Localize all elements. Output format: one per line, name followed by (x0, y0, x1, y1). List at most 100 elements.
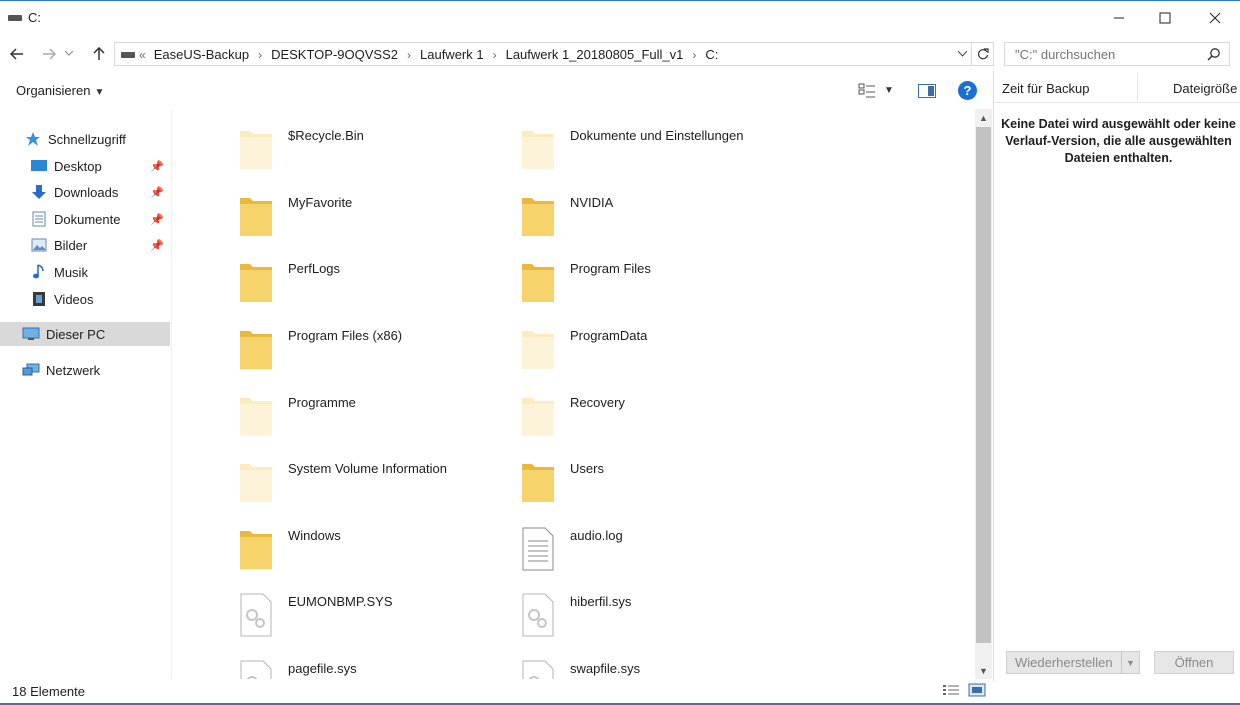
folder-item[interactable]: MyFavorite (238, 194, 498, 254)
recent-dropdown[interactable] (62, 43, 76, 65)
open-button[interactable]: Öffnen (1154, 651, 1234, 674)
folder-item[interactable]: Program Files (520, 260, 780, 320)
nav-videos[interactable]: Videos (30, 287, 94, 311)
column-divider[interactable] (1137, 73, 1138, 101)
nav-this-pc[interactable]: Dieser PC (0, 322, 170, 346)
scroll-down-icon[interactable]: ▼ (975, 662, 992, 679)
folder-item[interactable]: NVIDIA (520, 194, 780, 254)
system-file-icon (522, 593, 554, 637)
address-dropdown-button[interactable] (953, 43, 971, 65)
preview-pane-icon[interactable] (918, 84, 936, 98)
nav-pictures[interactable]: Bilder (30, 233, 87, 257)
minimize-icon (1114, 17, 1124, 19)
restore-label: Wiederherstellen (1015, 655, 1113, 670)
view-options-dropdown[interactable]: ▼ (884, 85, 894, 96)
folder-item[interactable]: ProgramData (520, 327, 780, 387)
pin-icon[interactable]: 📌 (150, 186, 164, 199)
breadcrumb-separator-icon[interactable]: › (493, 48, 497, 62)
forward-button[interactable] (38, 43, 60, 65)
maximize-icon (1159, 12, 1171, 24)
file-name: pagefile.sys (288, 661, 357, 676)
breadcrumb-item[interactable]: Laufwerk 1_20180805_Full_v1 (506, 47, 684, 62)
vertical-scrollbar[interactable]: ▲ ▼ (975, 109, 992, 679)
column-header-backup-time[interactable]: Zeit für Backup (1002, 81, 1089, 96)
pin-icon[interactable]: 📌 (150, 160, 164, 173)
minimize-button[interactable] (1096, 1, 1142, 35)
pictures-icon (30, 237, 48, 253)
folder-icon (240, 331, 272, 369)
file-item[interactable]: swapfile.sys (520, 660, 780, 679)
folder-item[interactable]: System Volume Information (238, 460, 498, 520)
breadcrumb-item[interactable]: C: (705, 47, 718, 62)
view-toggle (942, 683, 986, 697)
folder-icon (522, 398, 554, 436)
folder-item[interactable]: PerfLogs (238, 260, 498, 320)
system-file-icon (240, 593, 272, 637)
breadcrumb-separator-icon[interactable]: › (258, 48, 262, 62)
file-item[interactable]: EUMONBMP.SYS (238, 593, 498, 653)
file-item[interactable]: hiberfil.sys (520, 593, 780, 653)
address-bar[interactable]: « EaseUS-Backup › DESKTOP-9OQVSS2 › Lauf… (114, 42, 972, 66)
folder-item[interactable]: Recovery (520, 394, 780, 454)
folder-item[interactable]: Users (520, 460, 780, 520)
breadcrumb-item[interactable]: DESKTOP-9OQVSS2 (271, 47, 398, 62)
column-header-file-size[interactable]: Dateigröße (1173, 81, 1237, 96)
scroll-up-icon[interactable]: ▲ (975, 109, 992, 126)
item-count: 18 Elemente (12, 684, 85, 699)
close-button[interactable] (1192, 1, 1238, 35)
history-header: Zeit für Backup Dateigröße (994, 71, 1240, 103)
nav-network[interactable]: Netzwerk (22, 358, 100, 382)
folder-icon (240, 264, 272, 302)
large-icons-view-icon[interactable] (968, 683, 986, 697)
organize-menu[interactable]: Organisieren ▼ (16, 83, 104, 98)
folder-icon (522, 198, 554, 236)
file-name: Program Files (570, 261, 651, 276)
nav-quick-access[interactable]: Schnellzugriff (24, 127, 126, 151)
nav-downloads[interactable]: Downloads (30, 180, 118, 204)
breadcrumb-item[interactable]: EaseUS-Backup (154, 47, 249, 62)
folder-item[interactable]: Programme (238, 394, 498, 454)
chevron-down-icon[interactable]: ▼ (1121, 652, 1139, 673)
nav-label: Dokumente (54, 211, 121, 227)
nav-music[interactable]: Musik (30, 260, 88, 284)
system-file-icon (522, 660, 554, 679)
nav-label: Musik (54, 264, 88, 280)
nav-documents[interactable]: Dokumente (30, 207, 120, 231)
search-input[interactable] (1015, 46, 1195, 62)
explorer-window: C: « EaseUS-Backup › DESKTOP-9OQVSS2 › L… (0, 0, 1240, 705)
back-button[interactable] (6, 43, 28, 65)
folder-item[interactable]: Dokumente und Einstellungen (520, 127, 780, 187)
download-arrow-icon (30, 184, 48, 200)
breadcrumb-overflow[interactable]: « (139, 48, 146, 62)
folder-item[interactable]: Windows (238, 527, 498, 587)
maximize-button[interactable] (1142, 1, 1188, 35)
breadcrumb-item[interactable]: Laufwerk 1 (420, 47, 484, 62)
folder-item[interactable]: Program Files (x86) (238, 327, 498, 387)
close-icon (1209, 12, 1221, 24)
file-item[interactable]: audio.log (520, 527, 780, 587)
up-button[interactable] (88, 43, 110, 65)
pin-icon[interactable]: 📌 (150, 239, 164, 252)
folder-item[interactable]: $Recycle.Bin (238, 127, 498, 187)
file-name: hiberfil.sys (570, 594, 632, 609)
refresh-button[interactable] (972, 42, 994, 66)
file-name: Recovery (570, 395, 625, 410)
breadcrumb-separator-icon[interactable]: › (692, 48, 696, 62)
pin-icon[interactable]: 📌 (150, 213, 164, 226)
view-options-icon[interactable] (858, 83, 876, 99)
file-name: ProgramData (570, 328, 648, 343)
restore-button[interactable]: Wiederherstellen ▼ (1006, 651, 1140, 674)
details-view-icon[interactable] (942, 683, 960, 697)
chevron-down-icon (65, 51, 73, 56)
folder-icon (240, 398, 272, 436)
nav-desktop[interactable]: Desktop (30, 154, 102, 178)
scrollbar-thumb[interactable] (976, 127, 991, 643)
nav-label: Downloads (54, 184, 119, 200)
file-name: Programme (288, 395, 356, 410)
desktop-icon (30, 158, 48, 174)
help-icon[interactable]: ? (958, 81, 977, 100)
file-item[interactable]: pagefile.sys (238, 660, 498, 679)
search-box[interactable] (1004, 42, 1230, 66)
breadcrumb-separator-icon[interactable]: › (407, 48, 411, 62)
window-title: C: (28, 10, 41, 25)
